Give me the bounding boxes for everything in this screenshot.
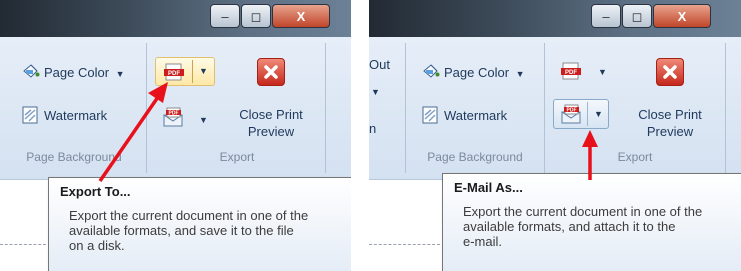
right-screenshot: – ◻ X Out ▼ n Page Color ▼ Watermark PDF… bbox=[369, 0, 741, 271]
annotation-arrow bbox=[98, 82, 168, 182]
left-screenshot: – ◻ X Page Color ▼ Watermark PDF ▼ PDF ▼… bbox=[0, 0, 351, 271]
annotation-arrow bbox=[582, 130, 598, 180]
